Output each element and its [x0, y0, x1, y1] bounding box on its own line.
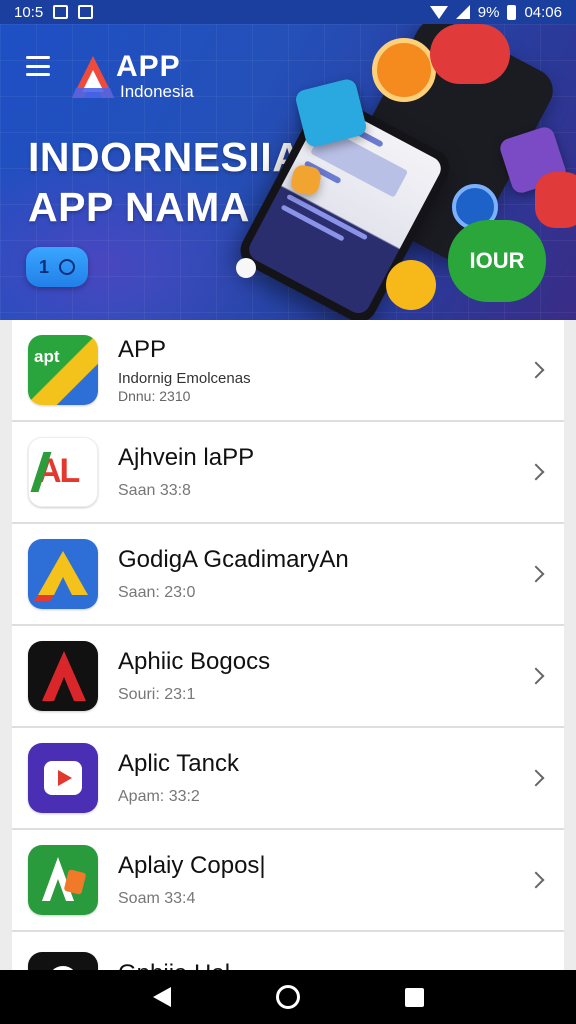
banner-action-label: 1 — [38, 256, 49, 277]
app-subtitle: Soam 33:4 — [118, 890, 196, 907]
system-nav-bar — [0, 970, 576, 1024]
battery-icon — [507, 4, 517, 20]
chevron-right-icon — [527, 871, 545, 889]
app-subtitle: Souri: 23:1 — [118, 686, 196, 703]
app-name: APP — [118, 336, 167, 363]
image-notification-icon — [53, 5, 69, 19]
app-name: GodigA GcadimaryAn — [118, 546, 349, 573]
app-subtitle: Saan 33:8 — [118, 482, 191, 499]
back-icon[interactable] — [152, 987, 171, 1007]
home-icon[interactable] — [275, 985, 300, 1009]
green-a-icon — [28, 845, 98, 915]
chevron-right-icon — [527, 769, 545, 787]
menu-line-icon — [26, 56, 50, 59]
headline-line-1: INDORNESIIA — [28, 134, 303, 180]
triangle-a-icon — [28, 539, 98, 609]
banner-action-button[interactable]: 1 — [26, 247, 88, 287]
list-item[interactable]: AL Ajhvein laPP Saan 33:8 — [12, 422, 564, 524]
chevron-right-icon — [527, 463, 545, 481]
avatar-bubble-icon — [372, 38, 436, 102]
list-item[interactable]: GodigA GcadimaryAn Saan: 23:0 — [12, 524, 564, 626]
app-subtitle: Apam: 33:2 — [118, 788, 200, 805]
menu-line-icon — [26, 64, 50, 68]
app-name: Aplaiy Copos| — [118, 852, 266, 879]
chevron-right-icon — [527, 565, 545, 583]
apt-icon: apt — [28, 335, 98, 405]
badge-blob: IOUR — [448, 220, 546, 302]
dot-icon — [236, 258, 256, 278]
app-name: Aplic Tanck — [118, 750, 239, 777]
recent-apps-icon[interactable] — [404, 987, 424, 1007]
clock-left: 10:5 — [14, 3, 44, 21]
red-shape-icon — [430, 24, 510, 84]
clock-right: 04:06 — [524, 3, 562, 21]
battery-percent: 9% — [477, 3, 500, 21]
red-a-icon — [28, 641, 98, 711]
photo-notification-icon — [78, 5, 94, 19]
menu-line-icon — [26, 73, 50, 76]
hamburger-menu-button[interactable] — [26, 56, 50, 76]
logo-subtitle: Indonesia — [120, 82, 194, 101]
play-d-icon — [28, 743, 98, 813]
hero-banner: APP Indonesia INDORNESIIA APP NAMA 1 IOU… — [0, 24, 576, 320]
logo-title: APP — [116, 50, 181, 83]
app-subtitle: Indornig Emolcenas — [118, 370, 251, 387]
app-subtitle: Saan: 23:0 — [118, 584, 196, 601]
app-list: apt APP Indornig Emolcenas Dnnu: 2310 AL… — [12, 320, 564, 1022]
list-item[interactable]: apt APP Indornig Emolcenas Dnnu: 2310 — [12, 320, 564, 422]
list-item[interactable]: Aplaiy Copos| Soam 33:4 — [12, 830, 564, 932]
app-logo: APP Indonesia — [70, 48, 210, 108]
sticker-icon — [386, 260, 436, 310]
chevron-right-icon — [527, 361, 545, 379]
wifi-icon — [429, 5, 448, 19]
circle-icon — [59, 259, 75, 275]
app-name: Ajhvein laPP — [118, 444, 255, 471]
status-bar: 10:5 9% 04:06 — [0, 0, 576, 24]
badge-text: IOUR — [469, 248, 525, 273]
app-name: Aphiic Bogocs — [118, 648, 271, 675]
al-icon: AL — [28, 437, 98, 507]
list-item[interactable]: Aphiic Bogocs Souri: 23:1 — [12, 626, 564, 728]
logo-mark-icon — [72, 56, 114, 98]
list-item[interactable]: Aplic Tanck Apam: 33:2 — [12, 728, 564, 830]
signal-icon — [455, 5, 470, 19]
app-detail: Dnnu: 2310 — [118, 388, 191, 404]
chevron-right-icon — [527, 667, 545, 685]
red-shape-icon — [535, 172, 576, 228]
app-screen: 10:5 9% 04:06 APP Indonesia INDORNESIIA … — [0, 0, 576, 1024]
